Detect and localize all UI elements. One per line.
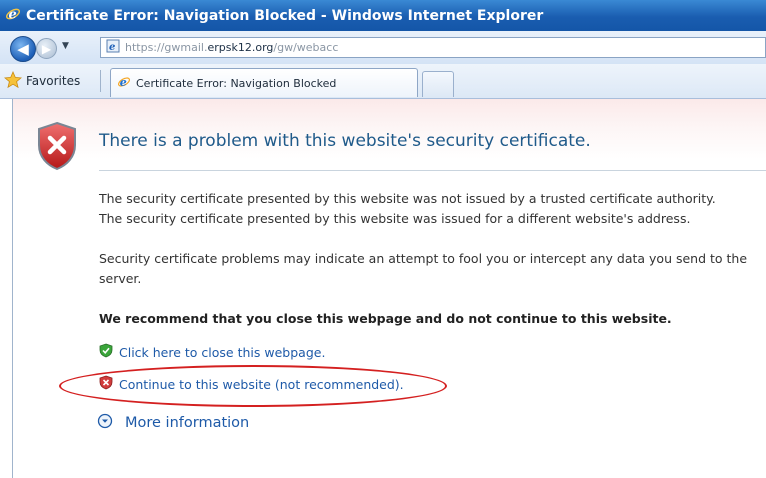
heading-divider bbox=[99, 170, 766, 171]
new-tab-button[interactable] bbox=[422, 71, 454, 97]
tab-certificate-error[interactable]: e Certificate Error: Navigation Blocked bbox=[110, 68, 418, 97]
page-content: There is a problem with this website's s… bbox=[12, 99, 766, 478]
title-bar: e Certificate Error: Navigation Blocked … bbox=[0, 0, 766, 31]
info-line-3: Security certificate problems may indica… bbox=[99, 251, 748, 266]
back-arrow-icon: ◀ bbox=[17, 40, 29, 58]
address-prefix: https://gwmail. bbox=[125, 41, 208, 54]
address-domain: erpsk12.org bbox=[207, 41, 274, 54]
favorites-star-icon bbox=[4, 70, 22, 92]
address-bar[interactable]: e https://gwmail. erpsk12.org/gw/webacc bbox=[100, 37, 766, 58]
address-suffix: /gw/webacc bbox=[273, 41, 339, 54]
expand-circle-icon bbox=[97, 413, 113, 433]
info-line-2: The security certificate presented by th… bbox=[99, 211, 691, 226]
favorites-separator bbox=[100, 70, 101, 92]
more-information-text: More information bbox=[125, 415, 250, 431]
red-annotation-ellipse bbox=[59, 365, 447, 407]
shield-error-icon bbox=[35, 121, 79, 175]
navigation-bar: ◀ ▶ ▼ e https://gwmail. erpsk12.org/gw/we… bbox=[0, 31, 766, 64]
info-line-4: server. bbox=[99, 271, 142, 286]
close-webpage-link[interactable]: Click here to close this webpage. bbox=[99, 343, 325, 361]
close-webpage-link-text: Click here to close this webpage. bbox=[119, 344, 326, 360]
info-line-1: The security certificate presented by th… bbox=[99, 191, 716, 206]
forward-arrow-icon: ▶ bbox=[41, 41, 52, 56]
tab-title: Certificate Error: Navigation Blocked bbox=[136, 76, 337, 90]
more-information-toggle[interactable]: More information bbox=[97, 413, 249, 433]
recommendation-text: We recommend that you close this webpage… bbox=[99, 311, 672, 326]
favorites-label: Favorites bbox=[26, 74, 81, 88]
ie-logo-icon: e bbox=[5, 6, 21, 26]
window-title: Certificate Error: Navigation Blocked - … bbox=[26, 7, 544, 24]
svg-text:e: e bbox=[109, 42, 115, 53]
forward-button[interactable]: ▶ bbox=[36, 38, 57, 59]
svg-text:e: e bbox=[9, 7, 17, 22]
page-icon: e bbox=[106, 39, 120, 56]
svg-text:e: e bbox=[120, 76, 127, 89]
page-heading: There is a problem with this website's s… bbox=[99, 131, 591, 151]
ie-tab-icon: e bbox=[117, 75, 131, 92]
green-shield-check-icon bbox=[99, 343, 113, 361]
favorites-bar: Favorites e Certificate Error: Navigatio… bbox=[0, 64, 766, 99]
recent-pages-dropdown-icon[interactable]: ▼ bbox=[62, 41, 69, 51]
back-button[interactable]: ◀ bbox=[10, 36, 36, 62]
favorites-button[interactable]: Favorites bbox=[4, 70, 80, 92]
